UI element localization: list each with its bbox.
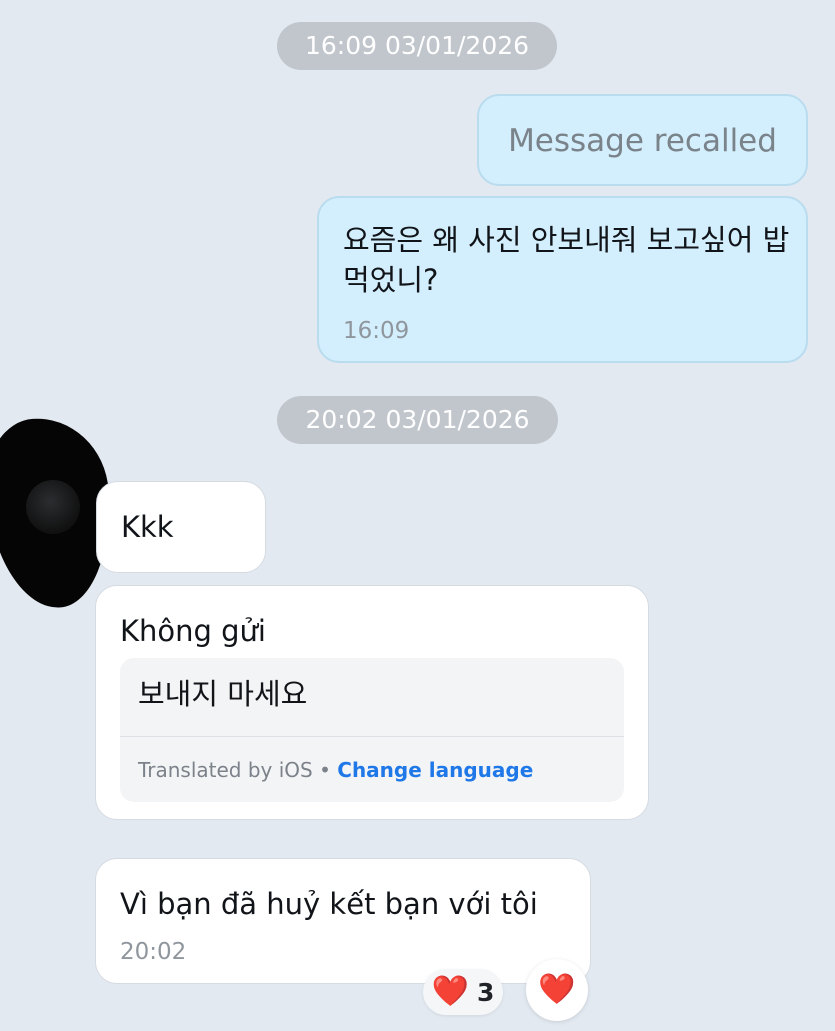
timestamp-separator: 20:02 03/01/2026 (277, 396, 558, 444)
outgoing-message-bubble[interactable]: 요즘은 왜 사진 안보내줘 보고싶어 밥먹었니? 16:09 (317, 196, 808, 363)
incoming-message-bubble[interactable]: Kkk (96, 481, 266, 573)
avatar[interactable] (26, 480, 80, 534)
message-text: Vì bạn đã huỷ kết bạn với tôi (120, 887, 538, 921)
translated-text: 보내지 마세요 (138, 677, 308, 711)
translation-info: Translated by iOS • Change language (138, 758, 533, 782)
incoming-message-bubble[interactable]: Vì bạn đã huỷ kết bạn với tôi 20:02 (95, 858, 591, 984)
divider (120, 736, 624, 737)
reaction-count: 3 (476, 977, 495, 1007)
reaction-summary[interactable]: ❤️ 3 (423, 969, 503, 1015)
message-text: Kkk (121, 510, 174, 544)
message-time: 20:02 (120, 939, 187, 965)
recalled-message-bubble[interactable]: Message recalled (477, 94, 808, 186)
message-time: 16:09 (343, 318, 410, 344)
chat-thread: 16:09 03/01/2026 Message recalled 요즘은 왜 … (0, 0, 835, 1031)
timestamp-separator: 16:09 03/01/2026 (277, 22, 557, 70)
heart-icon: ❤️ (538, 972, 576, 1007)
message-text: Không gửi (120, 614, 266, 648)
change-language-link[interactable]: Change language (337, 758, 533, 782)
incoming-translated-message-bubble[interactable]: Không gửi 보내지 마세요 Translated by iOS • Ch… (95, 585, 649, 820)
message-text: 요즘은 왜 사진 안보내줘 보고싶어 밥먹었니? (343, 223, 790, 297)
heart-icon: ❤️ (431, 974, 469, 1009)
separator-dot: • (319, 758, 331, 782)
translation-provider: Translated by iOS (138, 758, 313, 782)
translation-panel: 보내지 마세요 Translated by iOS • Change langu… (120, 658, 624, 802)
react-button[interactable]: ❤️ (526, 959, 588, 1021)
